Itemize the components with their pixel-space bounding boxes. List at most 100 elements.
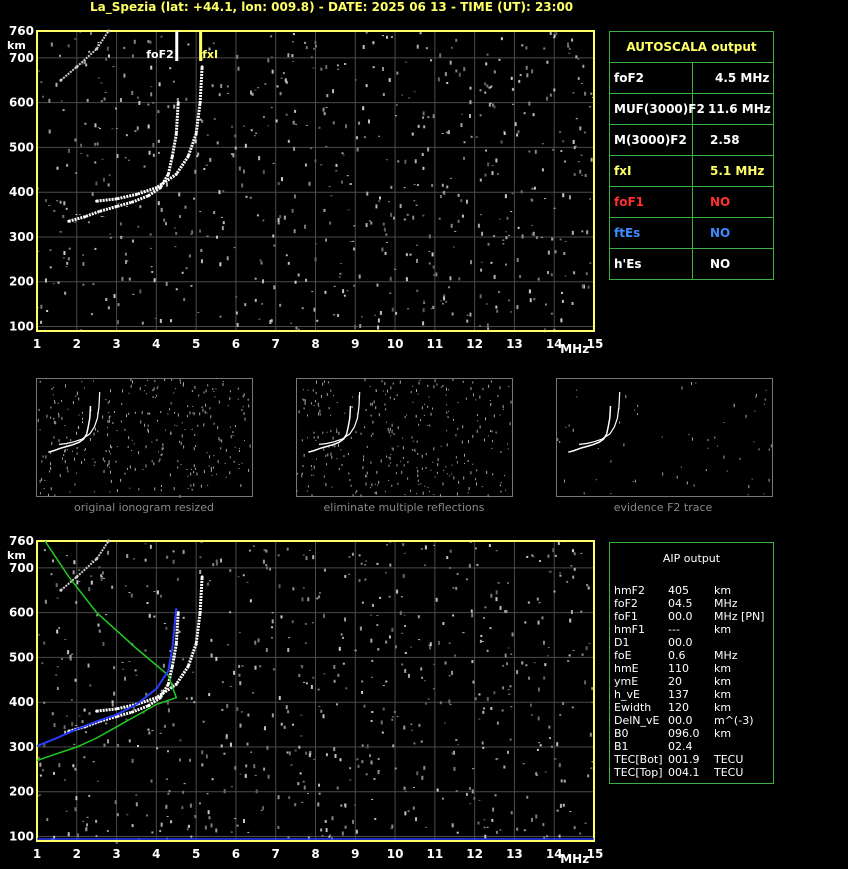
noise-speckle: [314, 40, 317, 45]
x-tick-label: 10: [387, 337, 404, 351]
noise-speckle: [122, 668, 125, 670]
noise-speckle: [466, 314, 469, 316]
x-tick-label: 2: [73, 337, 81, 351]
y-tick-label: 760: [9, 24, 34, 38]
noise-speckle: [280, 77, 283, 79]
noise-speckle: [244, 143, 247, 148]
noise-speckle: [537, 716, 540, 721]
noise-speckle: [363, 704, 366, 708]
noise-speckle: [312, 67, 315, 69]
noise-speckle: [530, 714, 533, 716]
noise-speckle: [577, 57, 580, 60]
noise-speckle: [59, 200, 62, 204]
noise-speckle: [422, 166, 425, 170]
noise-speckle: [94, 123, 97, 128]
noise-speckle: [516, 258, 519, 263]
noise-speckle: [304, 642, 307, 644]
noise-speckle: [262, 806, 265, 811]
noise-speckle: [285, 113, 288, 116]
noise-speckle: [346, 290, 349, 292]
noise-speckle: [107, 550, 110, 555]
noise-speckle: [108, 174, 111, 176]
noise-speckle: [74, 807, 77, 812]
noise-speckle: [586, 230, 589, 235]
noise-speckle: [546, 271, 549, 275]
noise-speckle: [335, 163, 338, 167]
noise-speckle: [286, 751, 289, 754]
noise-speckle: [503, 131, 506, 135]
noise-speckle: [382, 222, 385, 226]
noise-speckle: [572, 139, 575, 144]
noise-speckle: [572, 575, 575, 579]
aip-profile-curve: [36, 540, 178, 762]
noise-speckle: [235, 296, 238, 298]
noise-speckle: [175, 288, 178, 291]
noise-speckle: [442, 621, 445, 625]
noise-speckle: [131, 54, 134, 58]
noise-speckle: [165, 626, 168, 630]
noise-speckle: [568, 654, 571, 657]
noise-speckle: [528, 676, 531, 680]
noise-speckle: [532, 113, 535, 117]
noise-speckle: [456, 831, 459, 834]
noise-speckle: [139, 205, 142, 209]
noise-speckle: [552, 548, 555, 553]
noise-speckle: [401, 663, 404, 666]
noise-speckle: [518, 79, 521, 83]
noise-speckle: [504, 609, 507, 613]
noise-speckle: [361, 690, 364, 694]
noise-speckle: [146, 602, 149, 605]
noise-speckle: [107, 306, 110, 310]
noise-speckle: [409, 253, 412, 256]
noise-speckle: [489, 627, 492, 630]
noise-speckle: [451, 752, 454, 755]
noise-speckle: [39, 774, 42, 777]
noise-speckle: [495, 550, 498, 552]
noise-speckle: [428, 644, 431, 646]
autoscala-param-label: M(3000)F2: [614, 125, 693, 155]
noise-speckle: [262, 219, 265, 222]
noise-speckle: [510, 706, 513, 708]
noise-speckle: [78, 214, 81, 216]
noise-speckle: [481, 231, 484, 236]
noise-speckle: [493, 235, 496, 238]
noise-speckle: [272, 162, 275, 164]
noise-speckle: [267, 774, 270, 779]
x-tick-label: 4: [152, 337, 160, 351]
noise-speckle: [146, 585, 149, 588]
noise-speckle: [56, 166, 59, 170]
noise-speckle: [111, 703, 114, 707]
noise-speckle: [80, 153, 83, 155]
noise-speckle: [241, 183, 244, 188]
multiple-reflection-trace-point: [59, 588, 63, 592]
noise-speckle: [370, 676, 373, 678]
noise-speckle: [315, 45, 318, 48]
noise-speckle: [173, 227, 176, 229]
noise-speckle: [355, 79, 358, 81]
noise-speckle: [170, 820, 173, 824]
extraordinary-trace: [96, 66, 204, 203]
noise-speckle: [149, 247, 152, 249]
noise-speckle: [432, 274, 435, 276]
noise-speckle: [581, 653, 584, 656]
noise-speckle: [587, 285, 590, 289]
noise-speckle: [441, 797, 444, 800]
noise-speckle: [444, 72, 447, 77]
noise-speckle: [530, 198, 533, 201]
noise-speckle: [160, 207, 163, 212]
noise-speckle: [546, 835, 549, 838]
marker-foF2-label: foF2: [146, 48, 174, 61]
noise-speckle: [275, 119, 278, 123]
noise-speckle: [63, 201, 66, 206]
noise-speckle: [132, 558, 135, 560]
noise-speckle: [385, 241, 388, 243]
noise-speckle: [293, 229, 296, 234]
x-tick-label: 11: [427, 337, 444, 351]
noise-speckle: [424, 545, 427, 550]
noise-speckle: [448, 286, 451, 289]
noise-speckle: [359, 323, 362, 328]
noise-speckle: [478, 718, 481, 720]
noise-speckle: [406, 213, 409, 216]
noise-speckle: [412, 806, 415, 810]
noise-speckle: [83, 708, 86, 712]
